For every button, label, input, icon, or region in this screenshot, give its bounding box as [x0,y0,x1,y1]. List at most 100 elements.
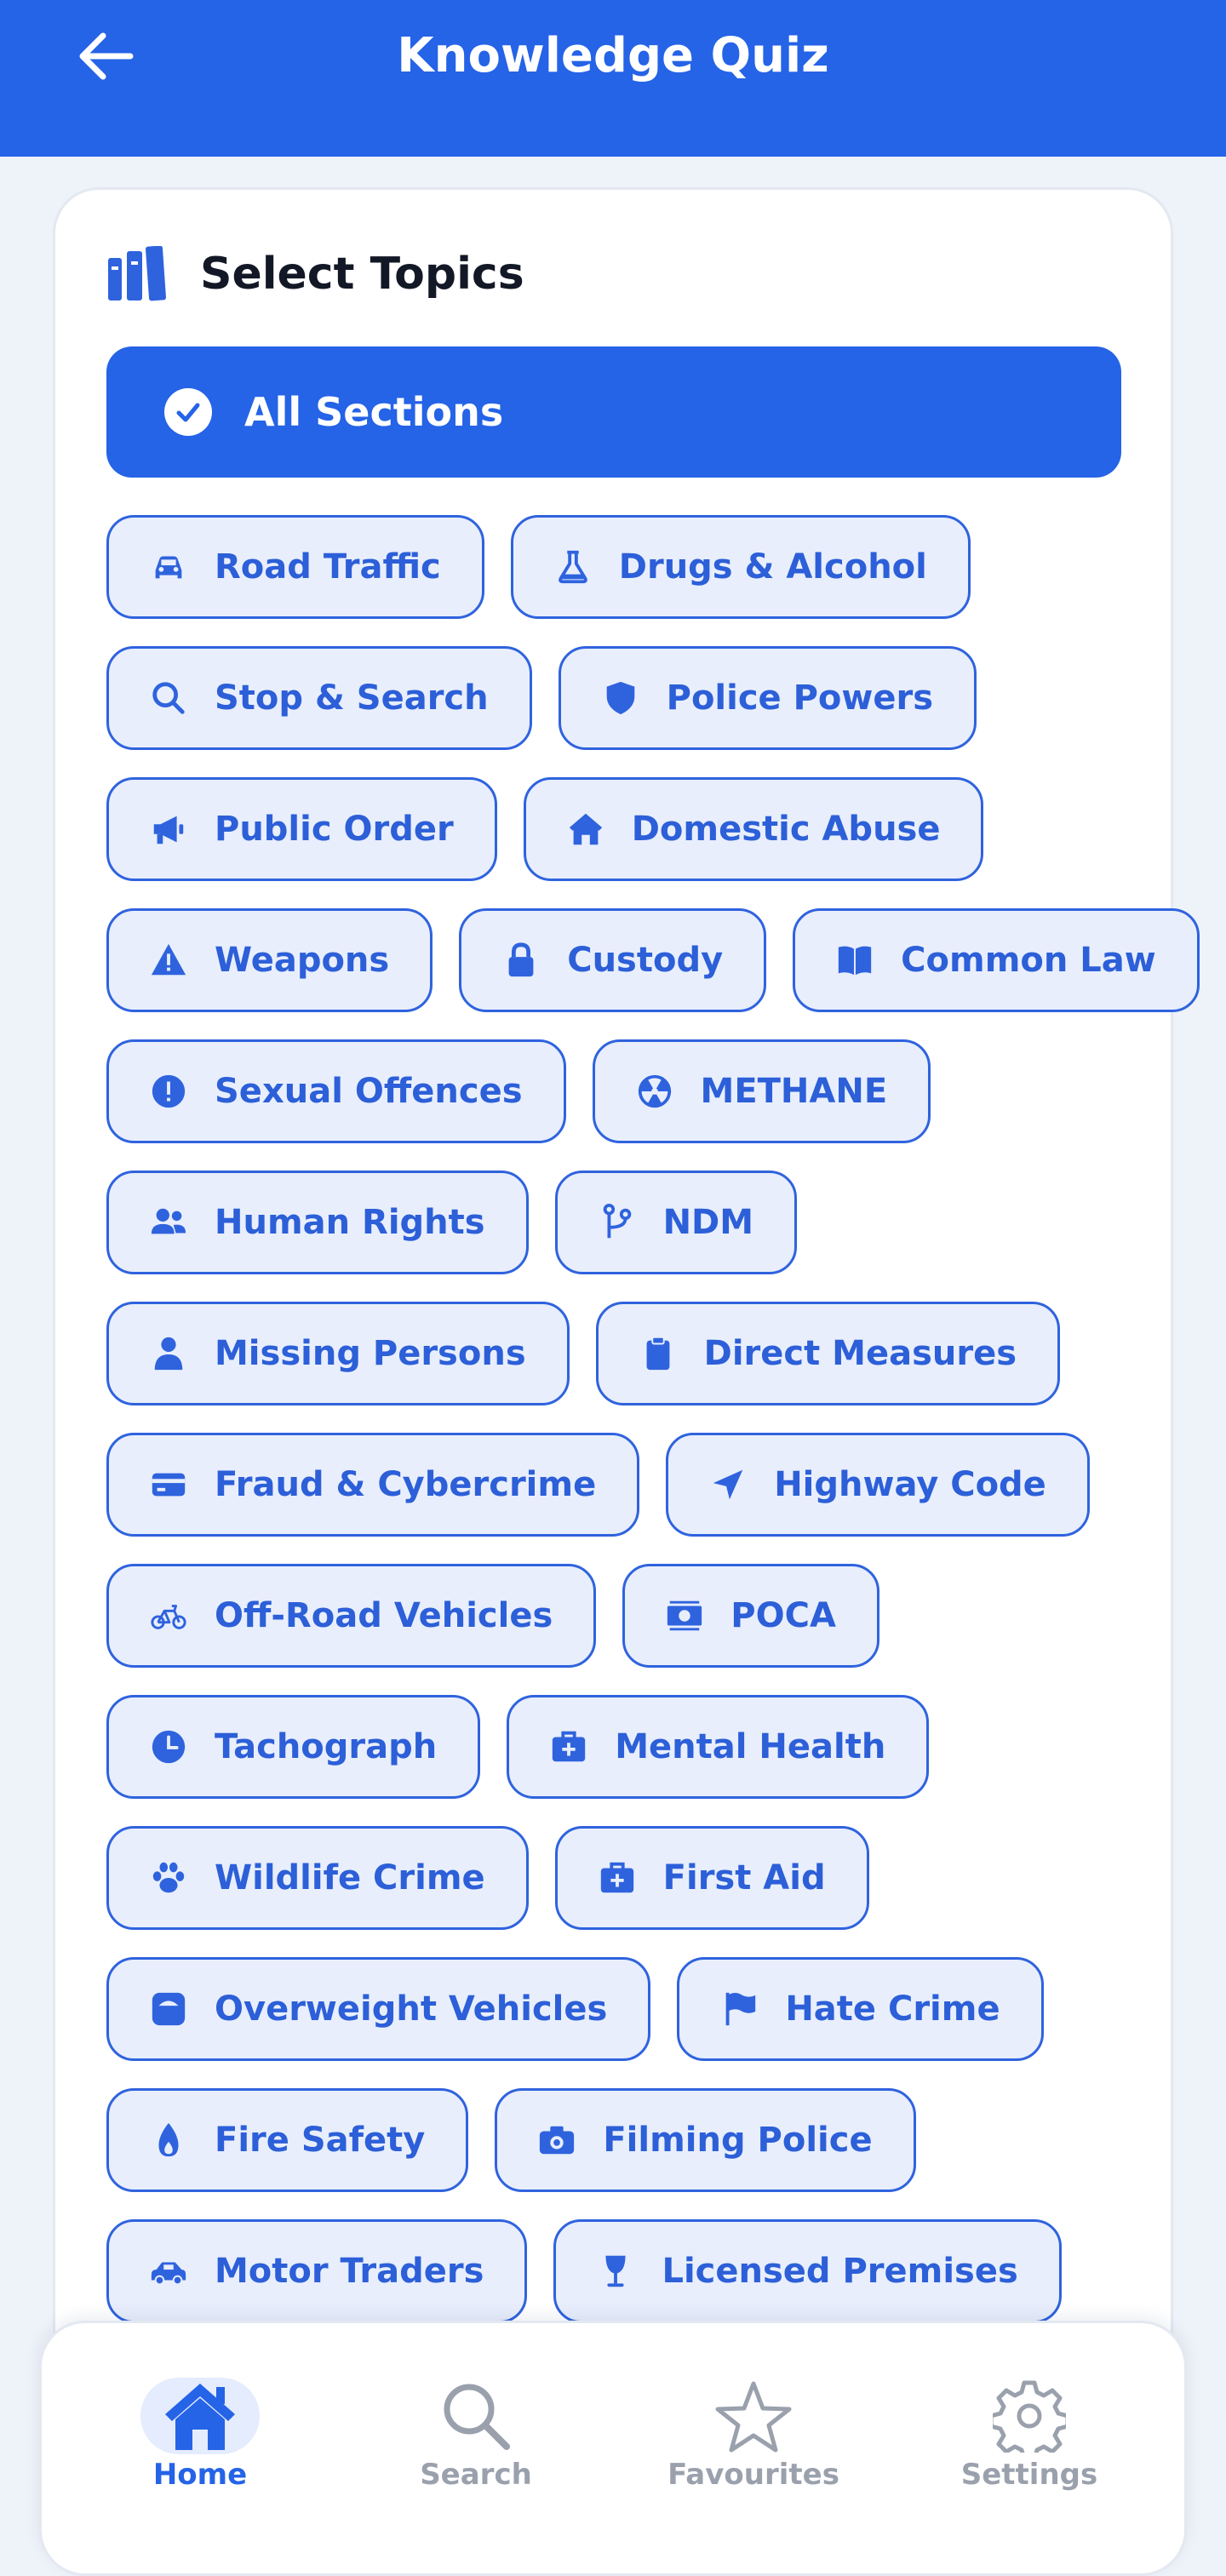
topic-chip-label: POCA [730,1596,836,1635]
topic-chip-overweight-vehicles[interactable]: Overweight Vehicles [106,1957,651,2061]
topic-chip-label: Fire Safety [215,2121,426,2160]
topic-chip-label: First Aid [662,1858,826,1898]
navigation-arrow-icon [708,1464,748,1505]
topic-row: Human Rights NDM [106,1171,1128,1274]
topic-chip-public-order[interactable]: Public Order [106,777,497,881]
topic-chip-weapons[interactable]: Weapons [106,908,433,1012]
topic-chip-poca[interactable]: POCA [622,1564,879,1668]
topic-chip-off-road-vehicles[interactable]: Off-Road Vehicles [106,1564,597,1668]
clock-icon [148,1726,189,1767]
topic-chip-motor-traders[interactable]: Motor Traders [106,2219,528,2323]
topic-chip-label: Common Law [901,941,1156,980]
topic-chip-ndm[interactable]: NDM [554,1171,798,1274]
search-icon [148,678,189,718]
topic-row: Off-Road Vehicles POCA [106,1564,1128,1668]
topic-chip-hate-crime[interactable]: Hate Crime [677,1957,1044,2061]
topic-chip-custody[interactable]: Custody [459,908,767,1012]
topic-chip-label: Overweight Vehicles [215,1989,608,2029]
topics-card: Select Topics All Sections Road Traffic D… [53,187,1200,2571]
clipboard-icon [638,1333,679,1374]
nav-favourites[interactable]: Favourites [660,2378,847,2522]
credit-card-icon [148,1464,189,1505]
bottom-nav: Home Search Favourites Settings [39,2321,1187,2576]
book-icon [834,940,875,981]
branch-icon [597,1202,638,1243]
section-heading: Select Topics [200,249,524,300]
topics-heading: Select Topics [106,244,524,304]
topic-chip-label: Road Traffic [215,547,441,587]
flask-icon [553,547,593,587]
topic-row: Tachograph Mental Health [106,1695,1128,1799]
topic-chip-label: Domestic Abuse [631,810,941,849]
topic-chip-missing-persons[interactable]: Missing Persons [106,1302,570,1405]
topic-chip-filming-police[interactable]: Filming Police [495,2088,916,2192]
topic-chip-label: Hate Crime [785,1989,1000,2029]
flag-icon [719,1989,759,2029]
search-icon [416,2378,536,2454]
topic-chip-sexual-offences[interactable]: Sexual Offences [106,1039,566,1143]
topic-chip-highway-code[interactable]: Highway Code [666,1433,1090,1537]
topic-chip-label: Weapons [215,941,390,980]
paw-icon [148,1858,189,1898]
car-icon [148,547,189,587]
gear-icon [970,2378,1089,2454]
topic-chip-first-aid[interactable]: First Aid [554,1826,869,1930]
topic-chip-fraud-and-cybercrime[interactable]: Fraud & Cybercrime [106,1433,640,1537]
topic-chip-drugs-and-alcohol[interactable]: Drugs & Alcohol [510,515,971,619]
topic-row: Missing Persons Direct Measures [106,1302,1128,1405]
topic-chip-direct-measures[interactable]: Direct Measures [595,1302,1061,1405]
topic-chip-common-law[interactable]: Common Law [793,908,1200,1012]
topic-chip-label: Public Order [215,810,454,849]
weight-icon [148,1989,189,2029]
nav-settings[interactable]: Settings [936,2378,1123,2522]
nav-search[interactable]: Search [382,2378,570,2522]
topic-chip-label: Off-Road Vehicles [215,1596,553,1635]
topic-chip-label: Police Powers [666,678,934,718]
topic-chip-label: Highway Code [774,1465,1046,1504]
alert-circle-icon [148,1071,189,1112]
nav-label: Search [420,2458,532,2492]
topic-chip-police-powers[interactable]: Police Powers [558,646,977,750]
person-icon [148,1333,189,1374]
topic-chip-domestic-abuse[interactable]: Domestic Abuse [523,777,984,881]
topic-row: Motor Traders Licensed Premises [106,2219,1128,2323]
topic-chip-stop-and-search[interactable]: Stop & Search [106,646,532,750]
topic-row: Fire Safety Filming Police [106,2088,1128,2192]
warning-icon [148,940,189,981]
topic-chip-wildlife-crime[interactable]: Wildlife Crime [106,1826,529,1930]
topic-row: Sexual Offences METHANE [106,1039,1128,1143]
topic-row: Road Traffic Drugs & Alcohol [106,515,1128,619]
topic-row: Weapons Custody Common Law [106,908,1200,1012]
camera-icon [536,2120,577,2161]
topic-row: Fraud & Cybercrime Highway Code [106,1433,1128,1537]
home-icon [140,2378,260,2454]
shield-icon [600,678,641,718]
topic-chip-tachograph[interactable]: Tachograph [106,1695,481,1799]
topic-chip-list: Road Traffic Drugs & Alcohol Stop & Search… [106,515,1200,2350]
page-title: Knowledge Quiz [397,28,829,83]
topic-chip-road-traffic[interactable]: Road Traffic [106,515,484,619]
users-icon [148,1202,189,1243]
topic-chip-label: Custody [567,941,724,980]
topic-chip-label: Motor Traders [215,2252,484,2291]
topic-chip-methane[interactable]: METHANE [592,1039,931,1143]
topic-chip-human-rights[interactable]: Human Rights [106,1171,529,1274]
all-sections-button[interactable]: All Sections [106,346,1121,478]
bicycle-icon [148,1595,189,1636]
radiation-icon [634,1071,675,1112]
megaphone-icon [148,809,189,850]
topic-chip-fire-safety[interactable]: Fire Safety [106,2088,469,2192]
nav-label: Settings [960,2458,1098,2492]
topic-chip-label: Fraud & Cybercrime [215,1465,597,1504]
topic-chip-mental-health[interactable]: Mental Health [507,1695,930,1799]
topic-row: Public Order Domestic Abuse [106,777,1128,881]
nav-label: Favourites [667,2458,839,2492]
topic-row: Wildlife Crime First Aid [106,1826,1128,1930]
money-icon [664,1595,705,1636]
all-sections-label: All Sections [244,389,504,435]
house-icon [565,809,606,850]
books-icon [108,246,167,301]
topic-chip-licensed-premises[interactable]: Licensed Premises [553,2219,1062,2323]
nav-home[interactable]: Home [106,2378,294,2522]
topic-chip-label: Filming Police [603,2121,873,2160]
